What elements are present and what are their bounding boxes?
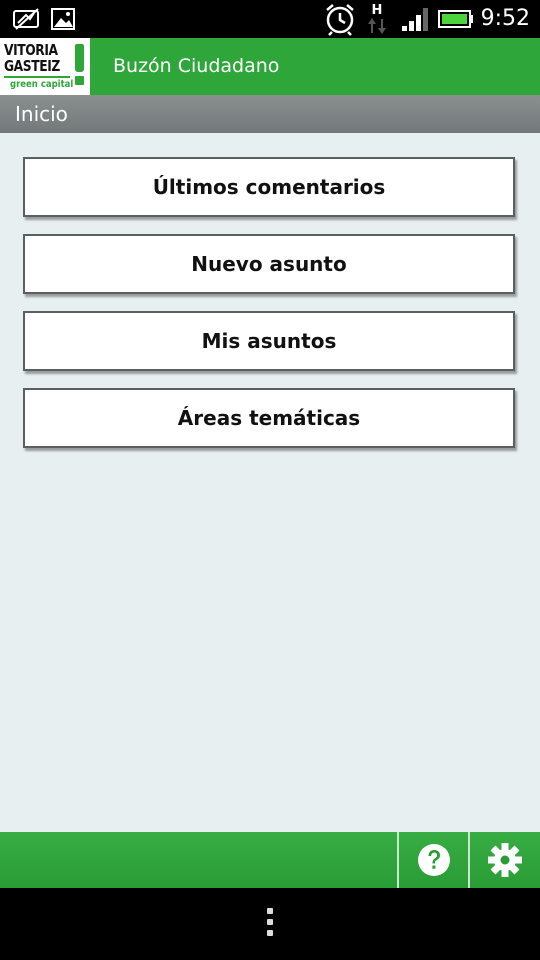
latest-comments-button[interactable]: Últimos comentarios <box>23 157 515 217</box>
logo-exclamation-dot <box>75 76 84 85</box>
network-type-label: H <box>371 3 383 18</box>
my-issues-button[interactable]: Mis asuntos <box>23 311 515 371</box>
logo-line-1: VITORIA <box>4 41 58 59</box>
logo-line-3: green capital <box>10 79 74 90</box>
toolbar-divider <box>468 832 470 888</box>
overflow-menu-icon[interactable] <box>266 908 274 944</box>
app-screen: H 9:52 VITORIA GASTEIZ green capital Buz… <box>0 0 540 960</box>
thematic-areas-button[interactable]: Áreas temáticas <box>23 388 515 448</box>
signal-off-icon <box>12 0 42 38</box>
logo-exclamation <box>75 44 84 72</box>
toolbar-divider <box>397 832 399 888</box>
battery-icon <box>438 0 474 38</box>
breadcrumb: Inicio <box>0 95 540 133</box>
app-title: Buzón Ciudadano <box>113 55 280 77</box>
logo-underline <box>4 76 70 78</box>
new-issue-button[interactable]: Nuevo asunto <box>23 234 515 294</box>
system-nav-bar <box>0 888 540 960</box>
latest-comments-label: Últimos comentarios <box>152 175 386 199</box>
my-issues-label: Mis asuntos <box>201 329 337 353</box>
app-header: VITORIA GASTEIZ green capital Buzón Ciud… <box>0 38 540 95</box>
signal-bars-icon <box>400 0 432 38</box>
settings-button[interactable] <box>471 832 539 888</box>
help-button[interactable] <box>400 832 468 888</box>
help-icon <box>418 844 450 876</box>
gear-icon <box>488 843 522 877</box>
thematic-areas-label: Áreas temáticas <box>177 406 361 430</box>
logo-line-2: GASTEIZ <box>4 57 60 75</box>
vitoria-gasteiz-logo: VITORIA GASTEIZ green capital <box>0 38 90 95</box>
status-bar: H 9:52 <box>0 0 540 38</box>
bottom-toolbar <box>0 832 540 888</box>
data-transfer-icon: H <box>366 0 388 38</box>
status-time: 9:52 <box>480 6 530 31</box>
alarm-icon <box>324 0 356 38</box>
new-issue-label: Nuevo asunto <box>191 252 347 276</box>
gallery-icon <box>50 0 76 38</box>
